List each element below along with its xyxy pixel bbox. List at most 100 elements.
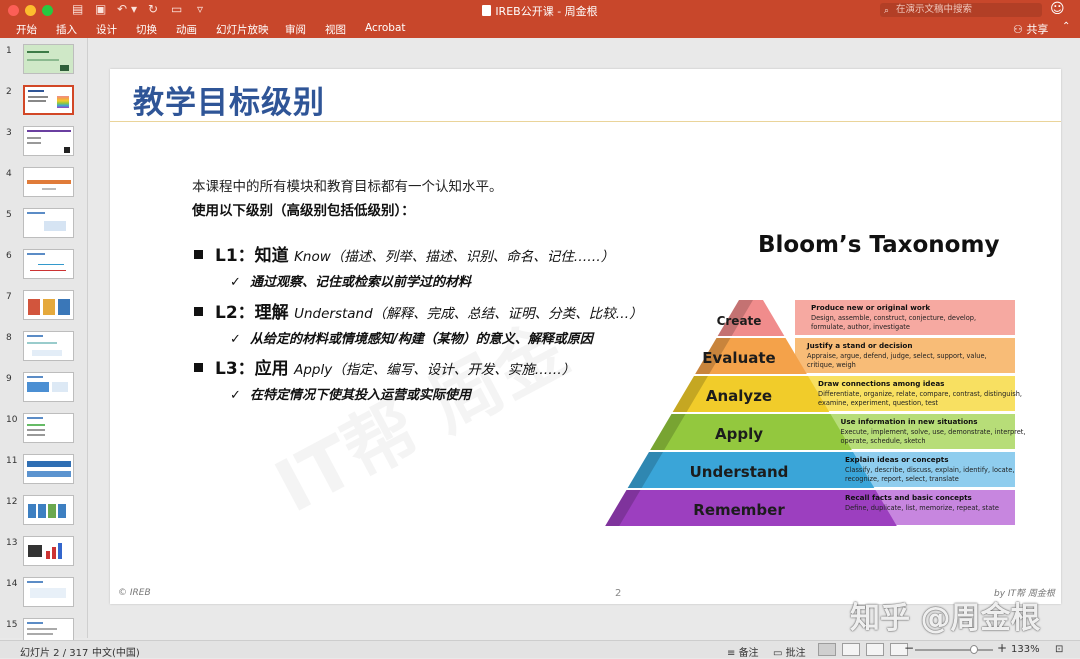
thumbnail-slide-8[interactable]: 8 <box>0 329 88 369</box>
tab-home[interactable]: 开始 <box>16 22 37 37</box>
thumbnail-number: 9 <box>6 374 12 384</box>
thumbnail-number: 6 <box>6 251 12 261</box>
bloom-taxonomy-title[interactable]: Bloom’s Taxonomy <box>758 232 999 258</box>
search-input[interactable]: ⌕ 在演示文稿中搜索 <box>880 3 1042 17</box>
zoom-slider-knob[interactable] <box>969 645 978 654</box>
thumbnail-number: 1 <box>6 46 12 56</box>
thumbnail-slide-6[interactable]: 6 <box>0 247 88 287</box>
bloom-pyramid-graphic[interactable]: Create Produce new or original work Design… <box>605 294 1025 554</box>
window-title-row: ▤ ▣ ↶ ▾ ↻ ▭ ▿ IREB公开课 - 周金根 ⌕ 在演示文稿中搜索 ☺ <box>0 0 1080 20</box>
tier-label: Evaluate <box>702 349 775 367</box>
level-item-l2[interactable]: L2：理解 Understand（解释、完成、总结、证明、分类、比较…） <box>194 298 643 323</box>
thumbnail-preview[interactable] <box>23 495 74 525</box>
thumbnail-preview[interactable] <box>23 454 74 484</box>
slide-canvas[interactable]: IT帮 周金 教学目标级别 本课程中的所有模块和教育目标都有一个认知水平。 使用… <box>110 69 1061 604</box>
thumbnail-slide-1[interactable]: 1 <box>0 42 88 82</box>
tab-acrobat[interactable]: Acrobat <box>365 22 406 34</box>
tab-transitions[interactable]: 切换 <box>136 22 157 37</box>
level-item-l1[interactable]: L1：知道 Know（描述、列举、描述、识别、命名、记住……） <box>194 241 614 266</box>
normal-view-button[interactable] <box>818 643 836 656</box>
share-button[interactable]: ⚇ 共享 <box>1013 21 1048 37</box>
feedback-smiley-icon[interactable]: ☺ <box>1050 1 1065 17</box>
thumbnail-preview[interactable] <box>23 167 74 197</box>
language-indicator[interactable]: 中文(中国) <box>92 644 140 659</box>
thumbnail-slide-2[interactable]: 2 <box>0 83 88 123</box>
level-item-l3[interactable]: L3：应用 Apply（指定、编写、设计、开发、实施……） <box>194 354 575 379</box>
thumbnail-preview[interactable] <box>23 126 74 156</box>
thumbnail-preview[interactable] <box>23 577 74 607</box>
slide-page-number: 2 <box>615 588 622 599</box>
checkmark-icon: ✓ <box>230 388 241 403</box>
slide-title[interactable]: 教学目标级别 <box>133 77 325 122</box>
thumbnail-number: 15 <box>6 620 18 630</box>
thumbnail-slide-11[interactable]: 11 <box>0 452 88 492</box>
pyramid-tier-analyze: Analyze Draw connections among ideas Diffe… <box>672 376 1022 412</box>
collapse-ribbon-icon[interactable]: ⌃ <box>1062 21 1070 32</box>
thumbnail-slide-13[interactable]: 13 <box>0 534 88 574</box>
tier-label: Create <box>717 314 762 328</box>
zoom-slider[interactable] <box>915 649 993 651</box>
thumbnail-preview[interactable] <box>23 372 74 402</box>
tier-heading: Draw connections among ideas <box>818 379 944 388</box>
intro-text[interactable]: 本课程中的所有模块和教育目标都有一个认知水平。 <box>192 175 503 195</box>
pyramid-tier-create: Create Produce new or original work Design… <box>717 300 1015 336</box>
level-detail-l2[interactable]: ✓ 从给定的材料或情境感知/构建（某物）的意义、解释或原因 <box>230 328 593 347</box>
thumbnail-preview[interactable] <box>23 413 74 443</box>
tier-heading: Produce new or original work <box>811 303 930 312</box>
reading-view-button[interactable] <box>866 643 884 656</box>
thumbnail-preview[interactable] <box>23 290 74 320</box>
zoom-in-button[interactable]: + <box>997 641 1007 655</box>
thumbnail-preview-selected[interactable] <box>23 85 74 115</box>
tier-description: Appraise, argue, defend, judge, select, … <box>807 352 987 360</box>
thumbnail-slide-12[interactable]: 12 <box>0 493 88 533</box>
tab-insert[interactable]: 插入 <box>56 22 77 37</box>
thumbnail-slide-4[interactable]: 4 <box>0 165 88 205</box>
thumbnail-preview[interactable] <box>23 44 74 74</box>
thumbnail-slide-3[interactable]: 3 <box>0 124 88 164</box>
thumbnail-preview[interactable] <box>23 249 74 279</box>
tab-animations[interactable]: 动画 <box>176 22 197 37</box>
tab-view[interactable]: 视图 <box>325 22 346 37</box>
slide-thumbnails-pane[interactable]: 1 2 3 4 5 6 7 8 9 10 11 12 13 14 15 <box>0 38 88 648</box>
thumbnail-slide-5[interactable]: 5 <box>0 206 88 246</box>
share-label: 共享 <box>1026 23 1049 36</box>
status-bar: 幻灯片 2 / 317 中文(中国) ≡ 备注 ▭ 批注 − + 133% ⊡ <box>0 640 1080 659</box>
comments-button[interactable]: ▭ 批注 <box>773 644 806 659</box>
tier-description: critique, weigh <box>807 361 856 369</box>
title-bar: ▤ ▣ ↶ ▾ ↻ ▭ ▿ IREB公开课 - 周金根 ⌕ 在演示文稿中搜索 ☺ … <box>0 0 1080 38</box>
thumbnail-slide-14[interactable]: 14 <box>0 575 88 615</box>
thumbnail-slide-9[interactable]: 9 <box>0 370 88 410</box>
level-detail-l1[interactable]: ✓ 通过观察、记住或检索以前学过的材料 <box>230 271 471 290</box>
tier-heading: Explain ideas or concepts <box>845 455 949 464</box>
search-placeholder: 在演示文稿中搜索 <box>896 4 973 15</box>
pyramid-tier-evaluate: Evaluate Justify a stand or decision Appra… <box>695 338 1015 374</box>
zoom-level[interactable]: 133% <box>1011 644 1040 655</box>
level-name: L3：应用 <box>215 359 289 379</box>
pyramid-tier-remember: Remember Recall facts and basic concepts D… <box>605 490 1015 526</box>
thumbnail-slide-10[interactable]: 10 <box>0 411 88 451</box>
thumbnail-preview[interactable] <box>23 208 74 238</box>
slide-sorter-view-button[interactable] <box>842 643 860 656</box>
tab-review[interactable]: 审阅 <box>285 22 306 37</box>
thumbnail-number: 8 <box>6 333 12 343</box>
tier-heading: Use information in new situations <box>841 417 978 426</box>
notes-button[interactable]: ≡ 备注 <box>727 644 759 659</box>
level-detail-l3[interactable]: ✓ 在特定情况下使其投入运营或实际使用 <box>230 384 471 403</box>
thumbnail-slide-7[interactable]: 7 <box>0 288 88 328</box>
tab-slideshow[interactable]: 幻灯片放映 <box>216 22 269 37</box>
level-verbs: Apply（指定、编写、设计、开发、实施……） <box>294 362 576 378</box>
level-verbs: Know（描述、列举、描述、识别、命名、记住……） <box>294 249 615 265</box>
tier-label: Understand <box>690 463 789 481</box>
tier-heading: Recall facts and basic concepts <box>845 493 972 502</box>
tab-design[interactable]: 设计 <box>96 22 117 37</box>
level-detail-text: 从给定的材料或情境感知/构建（某物）的意义、解释或原因 <box>250 332 593 347</box>
bullet-square-icon <box>194 307 203 316</box>
thumbnail-preview[interactable] <box>23 536 74 566</box>
thumbnail-number: 7 <box>6 292 12 302</box>
zoom-out-button[interactable]: − <box>904 641 914 655</box>
intro-bold-text[interactable]: 使用以下级别（高级别包括低级别）： <box>192 199 415 219</box>
thumbnail-preview[interactable] <box>23 331 74 361</box>
fit-to-window-icon[interactable]: ⊡ <box>1055 644 1063 655</box>
level-verbs: Understand（解释、完成、总结、证明、分类、比较…） <box>294 306 643 322</box>
comments-icon: ▭ <box>773 648 786 659</box>
